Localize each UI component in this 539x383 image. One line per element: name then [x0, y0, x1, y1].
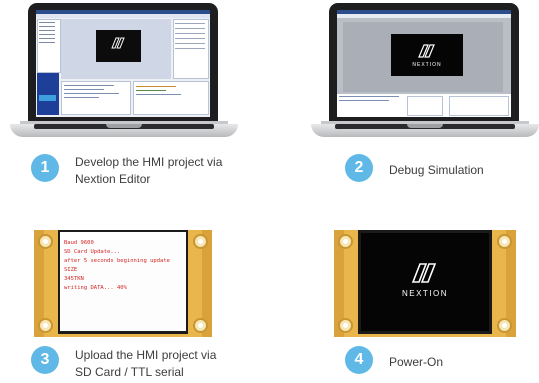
nextion-logo-icon: [411, 263, 437, 283]
boot-line-4: SIZE: [64, 267, 78, 273]
step-3-text: Upload the HMI project via SD Card / TTL…: [75, 347, 265, 381]
poweron-screen: NEXTION: [361, 233, 489, 331]
simulator-screen: NEXTION: [337, 10, 511, 117]
step-1-badge: 1: [31, 154, 59, 182]
step-2-badge: 2: [345, 154, 373, 182]
step-4-line-1: Power-On: [389, 355, 444, 369]
nextion-logo-icon: [418, 44, 435, 58]
boot-line-5: 345TKN: [64, 276, 84, 282]
editor-screen: [36, 10, 210, 117]
boot-line-6: writing DATA... 40%: [64, 285, 127, 291]
step-1-text: Develop the HMI project via Nextion Edit…: [75, 154, 265, 188]
step-1-line-1: Develop the HMI project via: [75, 155, 223, 169]
boot-line-2: SD Card Update...: [64, 249, 121, 255]
step-4-badge: 4: [345, 346, 373, 374]
boot-screen: Baud 9600 SD Card Update... after 5 seco…: [60, 232, 186, 331]
step-2-line-1: Debug Simulation: [389, 163, 484, 177]
step-1-line-2: Nextion Editor: [75, 172, 151, 186]
nextion-board-upload: Baud 9600 SD Card Update... after 5 seco…: [34, 230, 212, 337]
sim-logo-text: NEXTION: [412, 62, 442, 68]
step-2-text: Debug Simulation: [389, 162, 529, 179]
nextion-logo-icon: [111, 37, 125, 49]
boot-line-3: after 5 seconds beginning update: [64, 258, 170, 264]
poweron-logo-text: NEXTION: [401, 289, 449, 298]
step-3-line-2: SD Card / TTL serial: [75, 365, 184, 379]
step-3-badge: 3: [31, 346, 59, 374]
laptop-simulator: NEXTION: [311, 3, 539, 143]
boot-line-1: Baud 9600: [64, 240, 94, 246]
step-3-line-1: Upload the HMI project via: [75, 348, 217, 362]
laptop-editor: [10, 3, 238, 143]
step-4-text: Power-On: [389, 354, 529, 371]
nextion-board-poweron: NEXTION: [334, 230, 516, 337]
